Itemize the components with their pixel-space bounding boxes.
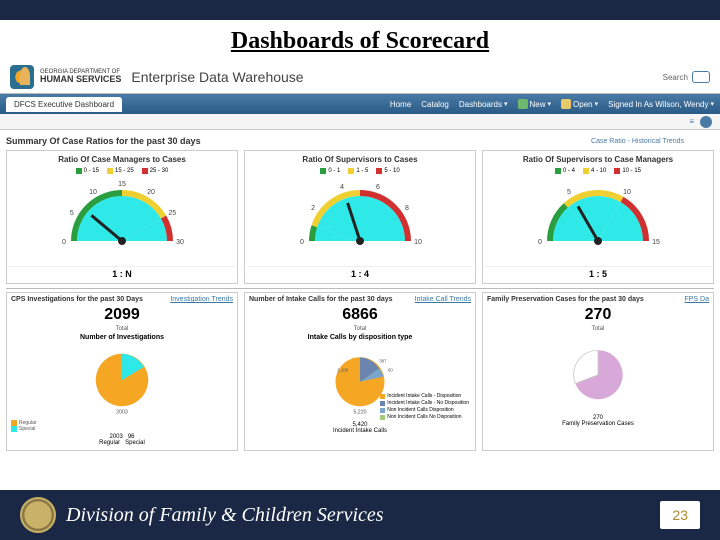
metric-panel-0: CPS Investigations for the past 30 Days I… bbox=[6, 292, 238, 451]
svg-text:15: 15 bbox=[118, 181, 126, 188]
sub-toolbar: ≡ ? bbox=[0, 114, 720, 130]
help-icon[interactable]: ? bbox=[700, 116, 712, 128]
legend-item: 0 - 1 bbox=[320, 168, 340, 174]
svg-text:25: 25 bbox=[168, 210, 176, 217]
footer-org: Division of Family & Children Services bbox=[66, 504, 384, 527]
metric-link[interactable]: Investigation Trends bbox=[170, 296, 233, 303]
svg-text:5,220: 5,220 bbox=[353, 409, 366, 415]
gauge-panel-0: Ratio Of Case Managers to Cases 0 - 15 15… bbox=[6, 150, 238, 284]
nav-catalog[interactable]: Catalog bbox=[421, 100, 449, 109]
gauge-value: 1 : N bbox=[9, 266, 235, 281]
legend-item: 25 - 30 bbox=[142, 168, 169, 174]
metric-chart-title: Intake Calls by disposition type bbox=[247, 332, 473, 343]
metric-row: CPS Investigations for the past 30 Days I… bbox=[6, 288, 714, 451]
nav-open[interactable]: Open bbox=[561, 99, 598, 109]
gauge-title: Ratio Of Supervisors to Cases bbox=[247, 153, 473, 166]
top-border-bar bbox=[0, 0, 720, 20]
svg-text:387: 387 bbox=[379, 359, 387, 364]
svg-text:5: 5 bbox=[567, 189, 571, 196]
summary-title: Summary Of Case Ratios for the past 30 d… bbox=[6, 134, 201, 148]
nav-home[interactable]: Home bbox=[390, 100, 411, 109]
metric-chart-title: Number of Investigations bbox=[9, 332, 235, 343]
tab-active[interactable]: DFCS Executive Dashboard bbox=[6, 97, 122, 112]
gauge-title: Ratio Of Case Managers to Cases bbox=[9, 153, 235, 166]
gauge-legend: 0 - 1 1 - 5 5 - 10 bbox=[247, 166, 473, 176]
gauge-legend: 0 - 15 15 - 25 25 - 30 bbox=[9, 166, 235, 176]
metric-link[interactable]: Intake Call Trends bbox=[415, 296, 471, 303]
new-icon bbox=[518, 99, 528, 109]
metric-panel-2: Family Preservation Cases for the past 3… bbox=[482, 292, 714, 451]
summary-link[interactable]: Case Ratio - Historical Trends bbox=[591, 138, 714, 145]
gauge-panel-2: Ratio Of Supervisors to Case Managers 0 … bbox=[482, 150, 714, 284]
svg-text:0: 0 bbox=[538, 239, 542, 246]
metric-header: CPS Investigations for the past 30 Days bbox=[11, 296, 143, 303]
gauge-row: Ratio Of Case Managers to Cases 0 - 1515… bbox=[6, 150, 714, 284]
app-title: Enterprise Data Warehouse bbox=[131, 69, 303, 85]
svg-text:0: 0 bbox=[62, 239, 66, 246]
sub-tool-1[interactable]: ≡ bbox=[689, 117, 694, 126]
dept-name: GEORGIA DEPARTMENT OF HUMAN SERVICES bbox=[40, 69, 121, 85]
gauge-title: Ratio Of Supervisors to Case Managers bbox=[485, 153, 711, 166]
search-input[interactable] bbox=[692, 71, 710, 83]
open-icon bbox=[561, 99, 571, 109]
svg-text:2003: 2003 bbox=[116, 409, 128, 415]
legend-item: 10 - 15 bbox=[614, 168, 641, 174]
svg-text:10: 10 bbox=[414, 239, 422, 246]
nav-bar: DFCS Executive Dashboard Home Catalog Da… bbox=[0, 94, 720, 114]
svg-text:0: 0 bbox=[300, 239, 304, 246]
metric-link[interactable]: FPS Da bbox=[684, 296, 709, 303]
metric-header: Number of Intake Calls for the past 30 d… bbox=[249, 296, 393, 303]
nav-dashboards[interactable]: Dashboards bbox=[459, 100, 508, 109]
dhs-logo-area: GEORGIA DEPARTMENT OF HUMAN SERVICES bbox=[10, 65, 121, 89]
svg-text:2: 2 bbox=[311, 205, 315, 212]
legend-item: 0 - 4 bbox=[555, 168, 575, 174]
svg-text:15: 15 bbox=[652, 239, 660, 246]
svg-text:60: 60 bbox=[388, 367, 393, 372]
search-area: Search bbox=[663, 71, 710, 83]
svg-text:10: 10 bbox=[623, 189, 631, 196]
metric-header: Family Preservation Cases for the past 3… bbox=[487, 296, 644, 303]
state-seal-icon bbox=[20, 497, 56, 533]
metric-big-number: 270 bbox=[485, 304, 711, 326]
slide-footer: Division of Family & Children Services 2… bbox=[0, 490, 720, 540]
dept-line2: HUMAN SERVICES bbox=[40, 75, 121, 85]
svg-text:6: 6 bbox=[376, 184, 380, 191]
svg-text:10: 10 bbox=[89, 189, 97, 196]
svg-text:4: 4 bbox=[340, 184, 344, 191]
legend-item: 15 - 25 bbox=[107, 168, 134, 174]
search-label: Search bbox=[663, 73, 688, 82]
slide-title: Dashboards of Scorecard bbox=[0, 20, 720, 61]
gauge-legend: 0 - 4 4 - 10 10 - 15 bbox=[485, 166, 711, 176]
pie-chart: 1,199 38760 5,220 Incident Intake Calls - D… bbox=[247, 343, 473, 436]
gauge-panel-1: Ratio Of Supervisors to Cases 0 - 1 1 - 5… bbox=[244, 150, 476, 284]
svg-text:1,199: 1,199 bbox=[337, 367, 348, 372]
app-header: GEORGIA DEPARTMENT OF HUMAN SERVICES Ent… bbox=[0, 61, 720, 94]
legend-item: 5 - 10 bbox=[376, 168, 399, 174]
gauge-value: 1 : 4 bbox=[247, 266, 473, 281]
metric-panel-1: Number of Intake Calls for the past 30 d… bbox=[244, 292, 476, 451]
metric-big-number: 6866 bbox=[247, 304, 473, 326]
legend-item: 4 - 10 bbox=[583, 168, 606, 174]
svg-text:8: 8 bbox=[405, 205, 409, 212]
pie-legend: Incident Intake Calls - DispositionIncid… bbox=[380, 393, 469, 421]
nav-signed-in[interactable]: Signed In As Wilson, Wendy bbox=[608, 100, 714, 109]
svg-text:30: 30 bbox=[176, 239, 184, 246]
nav-new[interactable]: New bbox=[518, 99, 552, 109]
gauge-value: 1 : 5 bbox=[485, 266, 711, 281]
svg-text:5: 5 bbox=[70, 210, 74, 217]
svg-text:20: 20 bbox=[147, 189, 155, 196]
page-number: 23 bbox=[660, 501, 700, 529]
metric-big-number: 2099 bbox=[9, 304, 235, 326]
pie-chart: 2003Regular Special 2003 96Regular Speci… bbox=[9, 343, 235, 448]
dashboard-content: Summary Of Case Ratios for the past 30 d… bbox=[0, 130, 720, 455]
pie-chart: 270Family Preservation Cases bbox=[485, 336, 711, 429]
dhs-logo-icon bbox=[10, 65, 34, 89]
legend-item: 1 - 5 bbox=[348, 168, 368, 174]
pie-legend: Regular Special bbox=[11, 420, 233, 432]
legend-item: 0 - 15 bbox=[76, 168, 99, 174]
